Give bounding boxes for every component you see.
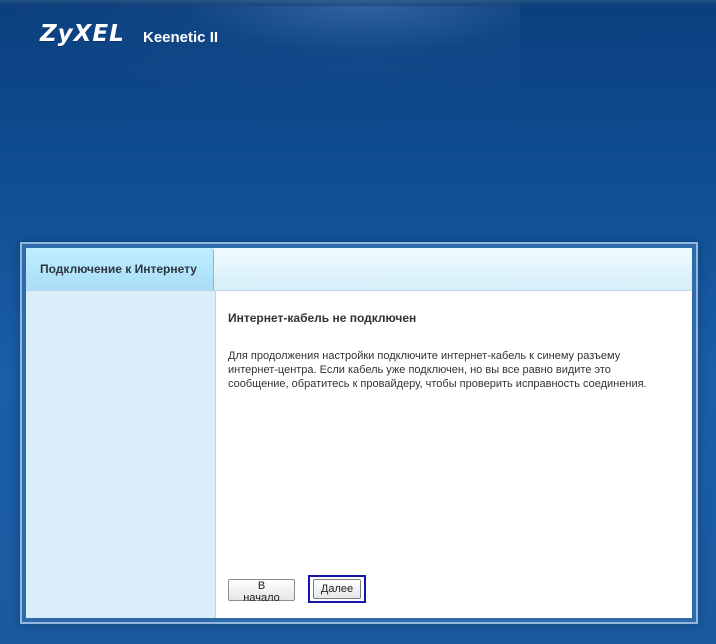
nav-tab-internet-connection[interactable]: Подключение к Интернету (26, 248, 214, 290)
content-title: Интернет-кабель не подключен (228, 311, 417, 325)
router-setup-screen: ZyXEL Keenetic II Подключение к Интернет… (0, 0, 716, 644)
setup-panel-inner: Подключение к Интернету Интернет-кабель … (26, 248, 692, 618)
zyxel-logo: ZyXEL (40, 21, 125, 47)
nav-tab-label: Подключение к Интернету (40, 262, 197, 276)
next-button[interactable]: Далее (313, 579, 361, 599)
setup-panel: Подключение к Интернету Интернет-кабель … (20, 242, 698, 624)
content-message: Для продолжения настройки подключите инт… (228, 350, 647, 390)
home-button[interactable]: В начало (228, 579, 295, 604)
model-name: Keenetic II (143, 29, 219, 46)
sidebar (26, 291, 215, 618)
next-button-focus-ring: Далее (308, 575, 366, 603)
header-glow (0, 0, 520, 110)
top-bar (0, 0, 716, 6)
content-area: Интернет-кабель не подключен Для продолж… (215, 291, 692, 618)
